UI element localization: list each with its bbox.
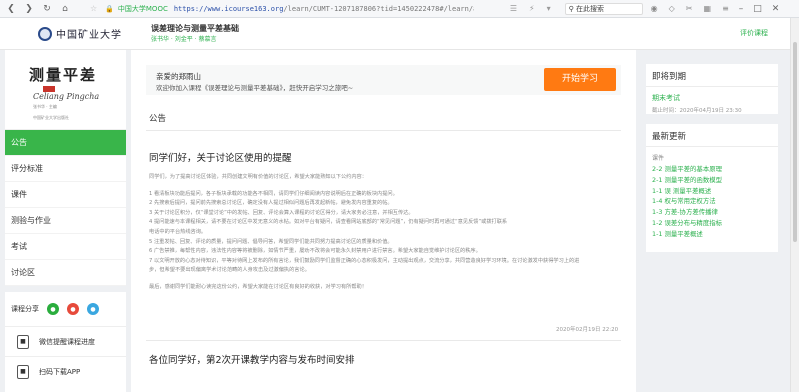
url-path: /learn/CUMT-1207187806?tid=1450222478#/l…	[283, 4, 474, 13]
address-bar[interactable]: https://www.icourse163.org/learn/CUMT-12…	[174, 5, 474, 13]
announcement-paragraph: 2 先搜索后提问，提问前先搜索总讨论区，确定没有人提过相似问题后再发起新帖，避免…	[149, 200, 393, 207]
browser-search-input[interactable]: ⚲ 在此搜索	[564, 2, 643, 15]
page-title: 公告	[149, 114, 167, 124]
update-link[interactable]: 2-2 测量平差的基本原理	[646, 164, 778, 175]
announcement-paragraph: 最后，感谢同学们能耐心读完这份公约，希望大家能在讨论区有良好的收获，对学习有所帮…	[149, 283, 367, 290]
browser-extensions: ◉ ◇ ✂ ▦ ≡	[651, 4, 729, 13]
due-item-date: 截止时间：2020年04月19日 23:30	[652, 108, 742, 114]
back-icon[interactable]: ❮	[4, 2, 18, 16]
wechat-share-icon[interactable]: ●	[47, 303, 59, 315]
sidebar-item-grading[interactable]: 评分标准	[5, 156, 126, 182]
review-course-link[interactable]: 评价课程	[740, 28, 768, 38]
url-host: https://www.icourse163.org	[173, 4, 284, 13]
update-link[interactable]: 1-1 误 测量平差概述	[646, 186, 778, 197]
home-icon[interactable]: ⌂	[58, 2, 72, 16]
app-download-label: 扫码下载APP	[39, 367, 81, 376]
wechat-reminder-label: 微信提醒课程进度	[39, 337, 95, 346]
translate-icon[interactable]: ◇	[669, 4, 675, 13]
bookmark-star-icon[interactable]: ☆	[90, 4, 97, 13]
announcement-paragraph: 7 以文明开放的心态对待知识，平等对待网上发布的所有言论，我们鼓励同学们监督正确…	[149, 257, 580, 264]
update-link[interactable]: 1-1 测量平差概述	[646, 229, 778, 240]
course-teachers[interactable]: 张书华 · 刘金平 · 蔡慕言	[151, 34, 216, 43]
course-sidebar: 测量平差 Celiang Pingcha 张书华 · 主编 中国矿业大学出版社 …	[5, 50, 126, 392]
minimize-icon[interactable]: –	[739, 4, 744, 14]
wechat-reminder-row[interactable]: ■ 微信提醒课程进度	[5, 326, 126, 356]
announcement-title[interactable]: 各位同学好，第2次开课教学内容与发布时间安排	[149, 352, 355, 366]
search-icon: ⚲	[568, 4, 577, 13]
cover-author: 张书华 · 主编	[33, 104, 57, 109]
share-row: 课程分享 ● ● ●	[5, 286, 126, 326]
announcement-paragraph: 步，但希望不要出现偏离学术讨论范畴的人身攻击及过激偏执的言论。	[149, 267, 310, 274]
update-link[interactable]: 1-2 误差分布与精度指标	[646, 218, 778, 229]
latest-updates-panel: 最新更新 课件 2-2 测量平差的基本原理 2-1 测量平差的函数模型 1-1 …	[646, 124, 778, 252]
close-icon[interactable]: ✕	[772, 4, 780, 14]
latest-updates-heading: 最新更新	[646, 124, 778, 147]
cover-title: 测量平差	[29, 66, 98, 84]
course-cover: 测量平差 Celiang Pingcha 张书华 · 主编 中国矿业大学出版社	[5, 50, 126, 130]
page-scrollbar[interactable]	[790, 18, 799, 392]
due-soon-heading: 即将到期	[646, 64, 778, 87]
mobile-app-icon: ■	[17, 364, 29, 379]
forward-icon[interactable]: ❯	[22, 2, 36, 16]
lightning-icon[interactable]: ⚡	[529, 4, 535, 13]
app-download-row[interactable]: ■ 扫码下载APP	[5, 356, 126, 386]
university-logo[interactable]: 中国矿业大学	[38, 26, 122, 41]
announcement-main: 亲爱的郑雨山 欢迎你加入课程《误差理论与测量平差基础》，赶快开启学习之旅吧~ 开…	[131, 50, 636, 392]
updates-section-label: 课件	[652, 155, 665, 162]
announcement-paragraph: 同学们，为了提高讨论区体验，共同创建文明有价值的讨论区，希望大家能熟知以下公约内…	[149, 174, 367, 180]
sidebar-item-quizzes[interactable]: 测验与作业	[5, 208, 126, 234]
dropdown-icon[interactable]: ▾	[547, 4, 551, 13]
qq-share-icon[interactable]: ●	[87, 303, 99, 315]
scissors-icon[interactable]: ✂	[686, 4, 693, 13]
start-learning-button[interactable]: 开始学习	[544, 68, 616, 91]
sidebar-item-exam[interactable]: 考试	[5, 234, 126, 260]
announcement-paragraph: 1 看清板块功能后提问，各子板块承载的功能各不相同，请同学们仔细阅读内容说明后在…	[149, 190, 398, 197]
update-link[interactable]: 1-4 权与常用定权方法	[646, 196, 778, 207]
divider	[146, 340, 621, 341]
restore-icon[interactable]: □	[753, 4, 762, 14]
apps-icon[interactable]: ▦	[704, 4, 712, 13]
update-link[interactable]: 2-1 测量平差的函数模型	[646, 175, 778, 186]
announcement-paragraph: 3 关于讨论区积分，仅“课堂讨论”中的发帖、回复、评论会算入课程的讨论区得分，请…	[149, 209, 414, 216]
announcement-paragraph: 4 提问能速与本课程相关，请不要在讨论区中发无意义的水帖。如对平台有疑问，请查看…	[149, 219, 508, 226]
due-item-link[interactable]: 期末考试	[646, 87, 778, 103]
university-name: 中国矿业大学	[56, 30, 122, 41]
course-title: 误差理论与测量平差基础	[151, 24, 239, 33]
announcement-body: 同学们，为了提高讨论区体验，共同创建文明有价值的讨论区，希望大家能熟知以下公约内…	[149, 173, 619, 293]
menu-icon[interactable]: ≡	[722, 4, 729, 13]
divider	[146, 130, 621, 131]
reader-icon[interactable]: ☰	[510, 4, 517, 13]
browser-toolbar: ❮ ❯ ↻ ⌂ ☆ 🔒 中国大学MOOC https://www.icourse…	[0, 0, 799, 18]
university-seal-icon	[38, 26, 52, 41]
cover-publisher: 中国矿业大学出版社	[33, 115, 69, 120]
weibo-share-icon[interactable]: ●	[67, 303, 79, 315]
share-label: 课程分享	[11, 305, 39, 313]
sidebar-item-forum[interactable]: 讨论区	[5, 260, 126, 286]
announcement-title[interactable]: 同学们好，关于讨论区使用的提醒	[149, 150, 292, 164]
secure-lock-icon: 🔒	[105, 4, 114, 13]
sidebar-item-courseware[interactable]: 课件	[5, 182, 126, 208]
announcement-date: 2020年02月19日 22:20	[556, 327, 619, 333]
cover-pinyin: Celiang Pingcha	[33, 92, 100, 101]
welcome-message: 欢迎你加入课程《误差理论与测量平差基础》，赶快开启学习之旅吧~	[156, 84, 354, 92]
window-controls: – □ ✕	[739, 4, 780, 14]
scrollbar-thumb[interactable]	[793, 42, 797, 242]
phone-icon: ■	[17, 334, 29, 349]
site-header: 中国矿业大学 误差理论与测量平差基础 张书华 · 刘金平 · 蔡慕言 评价课程	[0, 18, 790, 50]
site-identity: 中国大学MOOC	[117, 4, 168, 13]
announcement-paragraph: 6 广告禁推，每帮性内容，违法性内容等将被删除，如情节严重，屡劝不改将会可能永久…	[149, 248, 481, 255]
welcome-greeting: 亲爱的郑雨山	[156, 72, 201, 81]
address-actions: ☰ ⚡ ▾	[510, 4, 551, 13]
update-link[interactable]: 1-3 方差-协方差传播律	[646, 207, 778, 218]
gamepad-icon[interactable]: ◉	[651, 4, 658, 13]
due-soon-panel: 即将到期 期末考试 截止时间：2020年04月19日 23:30	[646, 64, 778, 114]
reload-icon[interactable]: ↻	[40, 2, 54, 16]
search-placeholder: 在此搜索	[576, 4, 605, 13]
sidebar-item-announcements[interactable]: 公告	[5, 130, 126, 156]
announcement-paragraph: 5 注重发帖、回复、评论的质量，提问问题、倡导问答，希望同学们能共同努力提高讨论…	[149, 238, 393, 245]
announcement-paragraph: 电话中的平台热线咨询。	[149, 228, 207, 235]
